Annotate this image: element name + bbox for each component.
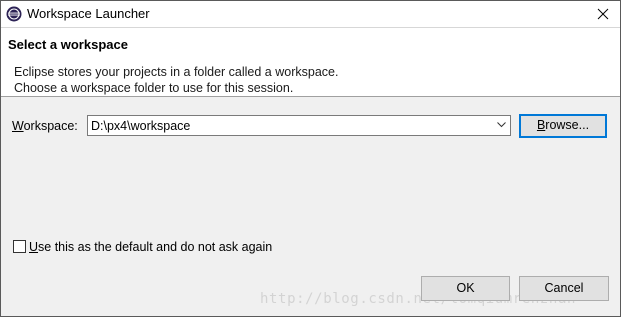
workspace-path-input[interactable] <box>91 117 481 134</box>
workspace-combo[interactable] <box>87 115 511 136</box>
ok-button[interactable]: OK <box>421 276 510 301</box>
workspace-launcher-dialog: Workspace Launcher Select a workspace Ec… <box>0 0 621 317</box>
default-workspace-checkbox-label[interactable]: Use this as the default and do not ask a… <box>29 239 272 255</box>
header-title: Select a workspace <box>8 37 128 52</box>
header-description-line2: Choose a workspace folder to use for thi… <box>14 81 294 95</box>
combo-dropdown-button[interactable] <box>492 116 510 135</box>
title-bar[interactable]: Workspace Launcher <box>1 1 620 27</box>
window-title: Workspace Launcher <box>27 6 150 21</box>
cancel-button[interactable]: Cancel <box>519 276 609 301</box>
workspace-label: Workspace: <box>12 119 78 133</box>
close-icon <box>597 8 609 20</box>
browse-button[interactable]: Browse... <box>519 114 607 138</box>
default-workspace-checkbox[interactable] <box>13 240 26 253</box>
dialog-header: Select a workspace Eclipse stores your p… <box>1 27 620 97</box>
chevron-down-icon <box>497 122 506 128</box>
eclipse-icon <box>6 6 22 22</box>
close-button[interactable] <box>586 1 620 27</box>
header-description-line1: Eclipse stores your projects in a folder… <box>14 65 339 79</box>
